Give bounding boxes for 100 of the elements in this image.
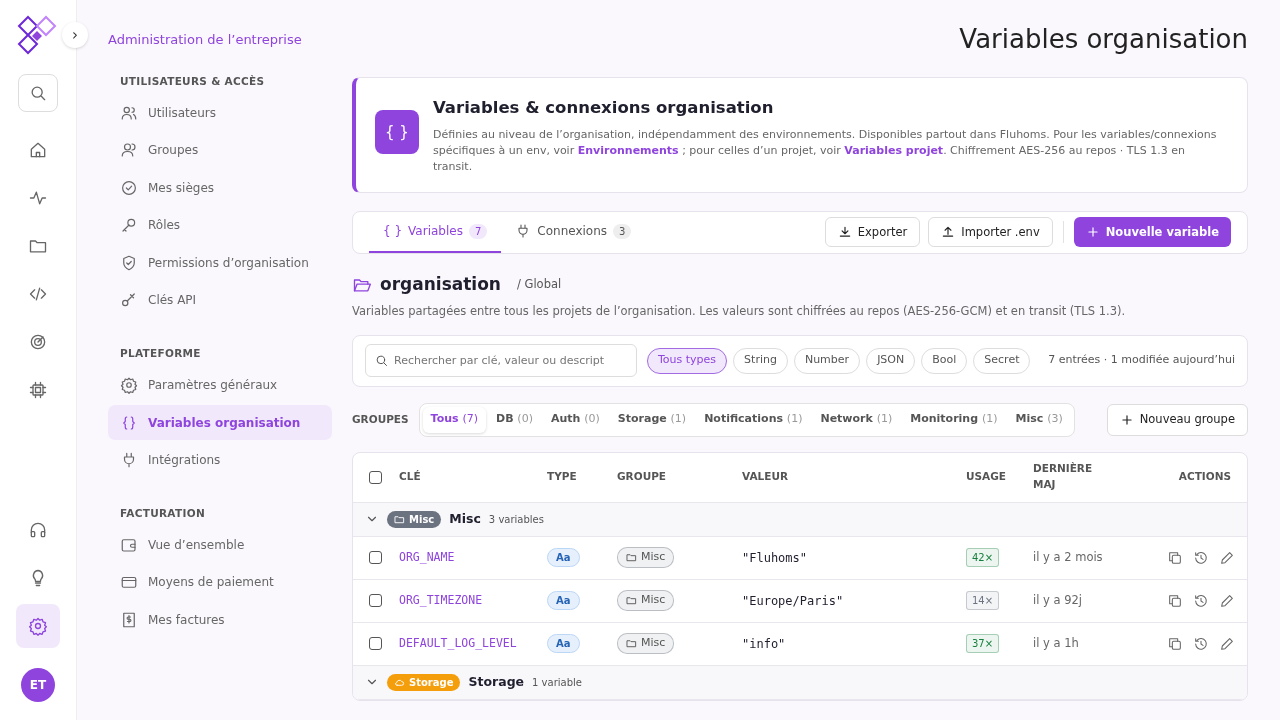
folder-description: Variables partagées entre tous les projets de l’organisation. Les valeurs sont chiffrées au repos (AES-256-GCM) et en transit (TLS 1.3). xyxy=(352,303,1127,321)
nav-rail-button[interactable] xyxy=(16,604,60,648)
group-badge-label: Misc xyxy=(409,512,435,527)
headset-icon xyxy=(28,520,48,540)
updated-time: il y a 1h xyxy=(1033,635,1080,653)
expand-button[interactable]: › xyxy=(62,22,88,48)
group-tab[interactable]: Tous (7) xyxy=(422,406,486,433)
history-button[interactable] xyxy=(1193,635,1209,652)
history-button[interactable] xyxy=(1193,549,1209,566)
braces-icon: { } xyxy=(375,110,419,155)
row-checkbox[interactable] xyxy=(369,637,382,651)
groups-label: GROUPES xyxy=(352,411,409,427)
sidebar-item[interactable]: Moyens de paiement xyxy=(108,564,332,600)
variable-key: ORG_NAME xyxy=(399,549,547,567)
row-checkbox[interactable] xyxy=(369,551,382,565)
type-badge: Aa xyxy=(547,548,580,568)
new-variable-button[interactable]: Nouvelle variable xyxy=(1073,217,1231,248)
type-filter-chip[interactable]: Secret xyxy=(973,347,1031,374)
folder-icon xyxy=(626,552,637,564)
environments-link[interactable]: Environnements xyxy=(577,143,679,157)
user-icon xyxy=(120,141,138,160)
type-filter-chip[interactable]: String xyxy=(733,347,788,374)
sidebar-item[interactable]: Permissions d’organisation xyxy=(108,245,332,281)
sidebar-item[interactable]: Variables organisation xyxy=(108,405,332,440)
group-badge-label: Storage xyxy=(409,675,454,690)
copy-button[interactable] xyxy=(1167,635,1183,652)
info-title: Variables & connexions organisation xyxy=(433,97,775,120)
type-badge: Aa xyxy=(547,591,580,611)
type-filter-chip[interactable]: Number xyxy=(793,347,861,374)
group-count: 3 variables xyxy=(488,512,544,527)
search-field[interactable]: Rechercher par clé, valeur ou descript xyxy=(365,344,637,378)
column-header: VALEUR xyxy=(742,469,789,485)
type-filter-chip[interactable]: JSON xyxy=(866,347,916,374)
group-count: 1 variable xyxy=(532,675,582,690)
settings-icon xyxy=(120,376,138,394)
upload-icon xyxy=(941,225,956,240)
folder-icon xyxy=(394,513,405,525)
braces-icon xyxy=(120,413,138,432)
radar-icon xyxy=(28,332,48,352)
sidebar-item[interactable]: Mes sièges xyxy=(108,170,332,206)
edit-button[interactable] xyxy=(1219,549,1235,566)
import-button[interactable]: Importer .env xyxy=(928,217,1053,248)
settings-icon xyxy=(28,616,48,636)
sidebar-item[interactable]: Clés API xyxy=(108,282,332,318)
sidebar-item[interactable]: Rôles xyxy=(108,207,332,243)
export-button[interactable]: Exporter xyxy=(824,217,921,248)
group-name: Storage xyxy=(468,672,525,691)
tab[interactable]: Connexions 3 xyxy=(501,211,646,254)
group-chip-label: Misc xyxy=(641,635,666,652)
variable-key: DEFAULT_LOG_LEVEL xyxy=(399,635,547,653)
group-tab[interactable]: DB (0) xyxy=(488,406,541,433)
sidebar-item[interactable]: Paramètres généraux xyxy=(108,367,332,403)
sidebar-title: Administration de l’entreprise xyxy=(108,31,303,49)
history-button[interactable] xyxy=(1193,592,1209,609)
edit-button[interactable] xyxy=(1219,635,1235,652)
group-tab[interactable]: Auth (0) xyxy=(542,406,608,433)
count-badge: 3 xyxy=(613,223,632,239)
usage-count: 14× xyxy=(966,591,1000,611)
type-badge: Aa xyxy=(547,634,580,654)
updated-time: il y a 92j xyxy=(1033,592,1084,610)
copy-button[interactable] xyxy=(1167,592,1183,609)
variable-value: "Europe/Paris" xyxy=(742,592,845,610)
column-header: TYPE xyxy=(547,469,578,485)
sidebar-item[interactable]: Mes factures xyxy=(108,602,332,638)
group-tab[interactable]: Network (1) xyxy=(812,406,901,433)
group-name: Misc xyxy=(449,509,481,528)
column-header: CLÉ xyxy=(399,469,422,485)
select-all-checkbox[interactable] xyxy=(369,470,382,484)
edit-button[interactable] xyxy=(1219,592,1235,609)
entries-summary: 7 entrées · 1 modifiée aujourd’hui xyxy=(1048,352,1235,369)
avatar[interactable]: ET xyxy=(21,668,55,702)
type-filter-chip[interactable]: Tous types xyxy=(647,347,728,374)
usage-count: 37× xyxy=(966,634,1000,654)
column-header: DERNIÈRE MAJ xyxy=(1033,461,1093,493)
new-group-button[interactable]: Nouveau groupe xyxy=(1106,403,1248,436)
search-button[interactable] xyxy=(18,74,58,112)
sidebar-item[interactable]: Vue d’ensemble xyxy=(108,527,332,563)
group-tab[interactable]: Notifications (1) xyxy=(696,406,811,433)
copy-button[interactable] xyxy=(1167,549,1183,566)
download-icon xyxy=(837,225,852,240)
variable-key: ORG_TIMEZONE xyxy=(399,592,547,610)
usage-count: 42× xyxy=(966,548,1000,568)
sidebar-item[interactable]: Utilisateurs xyxy=(108,95,332,131)
row-checkbox[interactable] xyxy=(369,594,382,608)
plus-icon xyxy=(1119,412,1134,427)
home-icon xyxy=(28,140,48,160)
folder-icon xyxy=(626,595,637,607)
sidebar-item[interactable]: Groupes xyxy=(108,132,332,168)
section-heading: PLATEFORME xyxy=(119,345,202,361)
folder-icon xyxy=(626,638,637,650)
group-tab[interactable]: Monitoring (1) xyxy=(902,406,1006,433)
search-icon xyxy=(374,353,389,369)
type-filter-chip[interactable]: Bool xyxy=(921,347,968,374)
group-tab[interactable]: Misc (3) xyxy=(1007,406,1071,433)
check-badge-icon xyxy=(120,178,138,197)
plus-icon xyxy=(1085,225,1100,240)
group-tab[interactable]: Storage (1) xyxy=(609,406,695,433)
sidebar-item[interactable]: Intégrations xyxy=(108,442,332,478)
tab[interactable]: { } Variables 7 xyxy=(369,211,502,254)
section-heading: UTILISATEURS & ACCÈS xyxy=(119,73,266,89)
